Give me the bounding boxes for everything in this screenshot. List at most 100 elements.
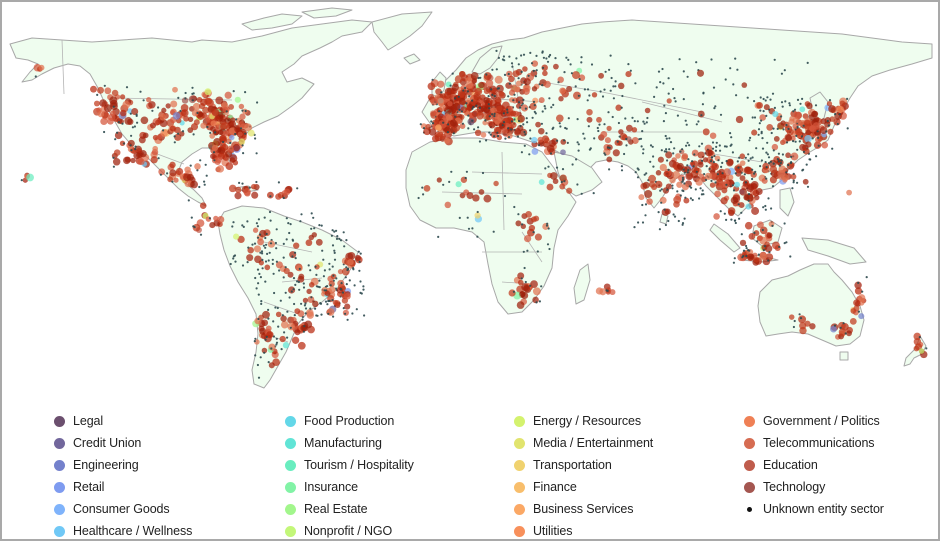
legend-item-technology[interactable]: Technology xyxy=(744,476,884,498)
entity-dot xyxy=(545,224,549,227)
entity-dot xyxy=(121,122,124,125)
land-africa xyxy=(405,137,577,315)
entity-dot xyxy=(713,154,716,158)
entity-dot xyxy=(254,276,257,280)
entity-dot xyxy=(449,84,452,87)
entity-dot xyxy=(156,134,163,140)
entity-dot xyxy=(483,194,492,203)
entity-dot xyxy=(261,258,264,261)
legend-item-tourism-hospitality[interactable]: Tourism / Hospitality xyxy=(285,454,414,476)
legend-item-energy-resources[interactable]: Energy / Resources xyxy=(514,410,653,432)
entity-dot xyxy=(112,158,121,166)
legend-item-credit-union[interactable]: Credit Union xyxy=(54,432,192,454)
entity-dot xyxy=(637,221,640,224)
entity-dot xyxy=(159,173,162,176)
entity-dot xyxy=(258,233,262,236)
entity-dot xyxy=(165,103,171,109)
entity-dot xyxy=(488,115,491,118)
legend-item-real-estate[interactable]: Real Estate xyxy=(285,498,414,520)
entity-dot xyxy=(510,62,514,65)
entity-dot xyxy=(328,262,331,265)
entity-dot xyxy=(345,239,348,242)
entity-dot xyxy=(620,106,623,109)
entity-dot xyxy=(578,78,581,81)
entity-dot xyxy=(541,84,544,87)
entity-dot xyxy=(777,152,781,155)
entity-dot xyxy=(857,281,860,284)
entity-dot xyxy=(291,336,300,344)
legend-swatch xyxy=(54,525,65,537)
entity-dot xyxy=(747,253,755,261)
entity-dot xyxy=(531,148,539,155)
entity-dot xyxy=(591,92,598,98)
entity-dot xyxy=(603,88,606,91)
legend-item-telecommunications[interactable]: Telecommunications xyxy=(744,432,884,454)
legend-item-insurance[interactable]: Insurance xyxy=(285,476,414,498)
legend-item-engineering[interactable]: Engineering xyxy=(54,454,192,476)
legend-item-government-politics[interactable]: Government / Politics xyxy=(744,410,884,432)
entity-dot xyxy=(443,91,451,100)
legend-item-consumer-goods[interactable]: Consumer Goods xyxy=(54,498,192,520)
entity-dot xyxy=(838,113,841,116)
legend-item-finance[interactable]: Finance xyxy=(514,476,653,498)
entity-dot xyxy=(648,174,657,183)
entity-dot xyxy=(457,95,460,98)
legend-item-utilities[interactable]: Utilities xyxy=(514,520,653,539)
entity-dot xyxy=(521,223,524,226)
entity-dot xyxy=(733,257,736,260)
entity-dot xyxy=(344,276,347,279)
entity-dot xyxy=(478,106,481,109)
entity-dot xyxy=(788,314,795,320)
entity-dot xyxy=(358,269,361,272)
entity-dot xyxy=(114,131,123,140)
entity-dot xyxy=(683,171,686,174)
legend-item-transportation[interactable]: Transportation xyxy=(514,454,653,476)
entity-dot xyxy=(617,121,621,125)
legend-item-media-entertainment[interactable]: Media / Entertainment xyxy=(514,432,653,454)
entity-dot xyxy=(478,140,481,143)
entity-dot xyxy=(285,217,288,220)
entity-dot xyxy=(713,213,720,220)
entity-dot xyxy=(667,168,670,171)
entity-dot xyxy=(529,129,532,132)
legend-label: Telecommunications xyxy=(763,436,875,450)
entity-dot xyxy=(765,151,768,154)
entity-dot xyxy=(631,127,638,133)
entity-dot xyxy=(135,114,138,117)
entity-dot xyxy=(761,147,765,150)
entity-dot xyxy=(788,104,792,107)
entity-dot xyxy=(757,133,760,136)
entity-dot xyxy=(641,221,645,224)
entity-dot xyxy=(253,242,257,245)
entity-dot xyxy=(283,188,291,196)
entity-dot xyxy=(732,261,736,264)
legend-item-food-production[interactable]: Food Production xyxy=(285,410,414,432)
entity-dot xyxy=(253,245,262,253)
legend-item-education[interactable]: Education xyxy=(744,454,884,476)
entity-dot xyxy=(833,324,837,327)
entity-dot xyxy=(522,66,528,72)
legend-item-healthcare-wellness[interactable]: Healthcare / Wellness xyxy=(54,520,192,539)
legend-item-manufacturing[interactable]: Manufacturing xyxy=(285,432,414,454)
legend-swatch xyxy=(747,506,752,512)
legend-item-business-services[interactable]: Business Services xyxy=(514,498,653,520)
entity-dot xyxy=(691,198,694,202)
entity-dot xyxy=(764,99,767,102)
entity-dot xyxy=(324,300,328,303)
entity-dot xyxy=(789,161,793,165)
entity-dot xyxy=(673,215,677,218)
entity-dot xyxy=(517,279,524,286)
legend-item-legal[interactable]: Legal xyxy=(54,410,192,432)
legend-item-nonprofit-ngo[interactable]: Nonprofit / NGO xyxy=(285,520,414,539)
entity-dot xyxy=(723,212,726,215)
legend-item-unknown-entity-sector[interactable]: Unknown entity sector xyxy=(744,498,884,520)
entity-dot xyxy=(720,197,728,205)
entity-dot xyxy=(586,88,590,91)
entity-dot xyxy=(748,139,751,142)
entity-dot xyxy=(627,63,630,66)
entity-dot xyxy=(781,105,784,108)
legend-item-retail[interactable]: Retail xyxy=(54,476,192,498)
entity-dot xyxy=(590,63,594,66)
entity-dot xyxy=(736,68,739,71)
entity-dot xyxy=(169,161,176,169)
